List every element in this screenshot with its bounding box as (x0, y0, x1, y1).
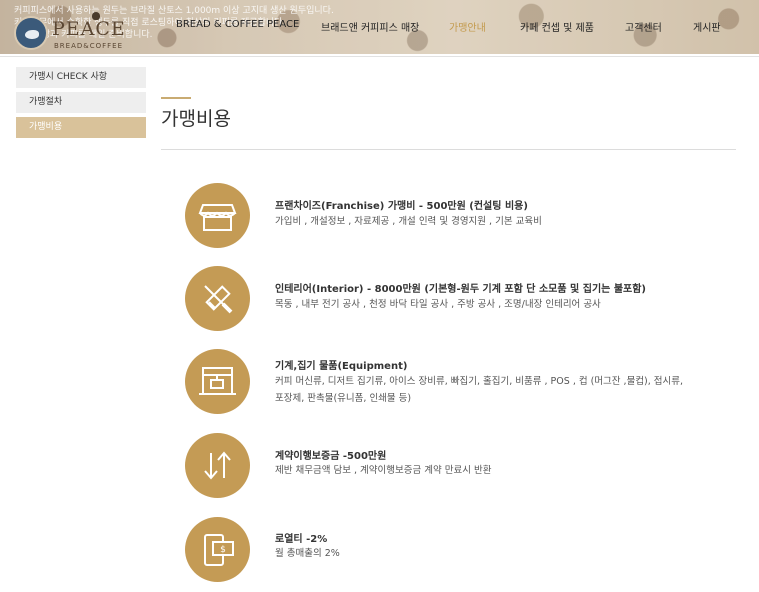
coffee-machine-icon (185, 349, 250, 414)
nav-item-customer-center[interactable]: 고객센터 (625, 19, 662, 34)
item-title: 인테리어(Interior) - 8000만원 (기본형-원두 기계 포함 단 … (275, 284, 646, 295)
sidebar-item-cost[interactable]: 가맹비용 (16, 117, 146, 138)
header-banner: 커피피스에서 사용하는 원두는 브라질 산토스 1,000m 이상 고지대 생산… (0, 0, 759, 54)
item-desc: 포장제, 판촉물(유니폼, 인쇄물 등) (275, 393, 412, 404)
header-divider (0, 56, 759, 57)
sidebar-item-check[interactable]: 가맹시 CHECK 사항 (16, 67, 146, 88)
nav-item-board[interactable]: 게시판 (693, 19, 721, 34)
logo[interactable]: PEACE BREAD&COFFEE (14, 12, 134, 52)
item-title: 프랜차이즈(Franchise) 가맹비 - 500만원 (컨설팅 비용) (275, 201, 528, 212)
item-desc: 목동 , 내부 전기 공사 , 천정 바닥 타일 공사 , 주방 공사 , 조명… (275, 299, 601, 310)
nav-item-franchise[interactable]: 가맹안내 (449, 19, 486, 34)
dove-emblem-icon (14, 16, 48, 50)
nav-item-stores[interactable]: 브래드앤 커피피스 매장 (321, 19, 419, 34)
item-desc: 가입비 , 개설정보 , 자료제공 , 개설 인력 및 경영지원 , 기본 교육… (275, 216, 542, 227)
nav-item-concept-products[interactable]: 카페 컨셉 및 제품 (520, 19, 594, 34)
storefront-icon (185, 183, 250, 248)
item-desc: 제반 채무금액 담보 , 계약이행보증금 계약 만료시 반환 (275, 465, 492, 476)
nav-item-bread-coffee-peace[interactable]: BREAD & COFFEE PEACE (176, 19, 299, 30)
logo-subtitle: BREAD&COFFEE (54, 42, 124, 50)
sidebar-item-procedure[interactable]: 가맹절차 (16, 92, 146, 113)
mobile-payment-icon: $ (185, 517, 250, 582)
title-accent-bar (161, 97, 191, 99)
logo-name: PEACE (52, 18, 126, 40)
tools-icon (185, 266, 250, 331)
item-desc: 커피 머신류, 디저트 집기류, 아이스 장비류, 빠집기, 홀집기, 비품류 … (275, 376, 684, 387)
up-down-arrows-icon (185, 433, 250, 498)
item-desc: 월 총매출의 2% (275, 548, 340, 559)
item-title: 계약이행보증금 -500만원 (275, 451, 387, 462)
item-title: 로열티 -2% (275, 534, 328, 545)
title-divider (161, 149, 736, 150)
item-title: 기계,집기 물품(Equipment) (275, 361, 408, 372)
svg-text:$: $ (220, 545, 226, 555)
page-title: 가맹비용 (161, 108, 231, 130)
